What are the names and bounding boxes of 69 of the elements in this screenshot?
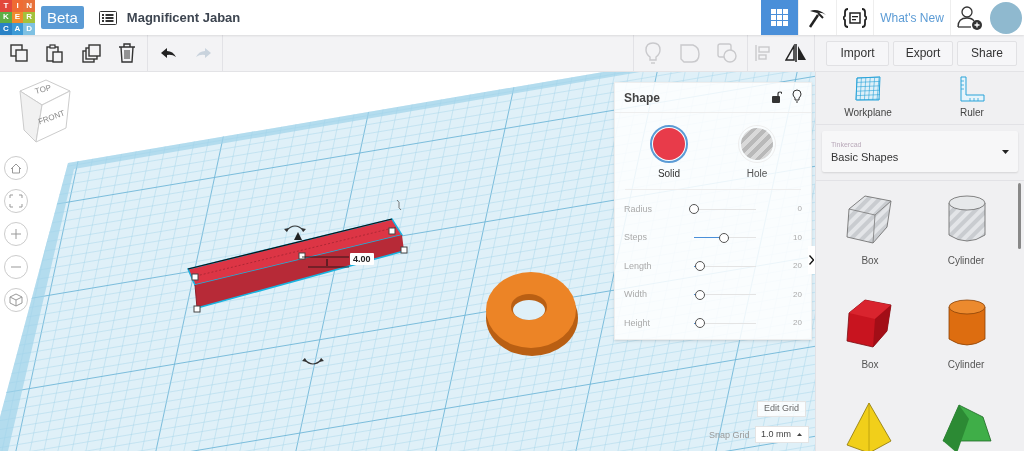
roof-icon[interactable] [939, 401, 993, 451]
trash-icon [118, 43, 136, 63]
toolbar-button[interactable]: Export [893, 40, 953, 66]
rotate-handle-icon[interactable] [396, 199, 402, 211]
slider-handle[interactable] [718, 232, 729, 243]
plus-icon [9, 227, 23, 241]
dimension-label: 4.00 [350, 253, 374, 265]
panel-title: Shape [624, 89, 661, 107]
rotate-arrow-icon[interactable] [284, 223, 306, 233]
lightbulb-icon [792, 88, 802, 103]
undo-icon [160, 48, 176, 58]
add-user-icon [956, 4, 983, 31]
fit-frame-icon [9, 194, 23, 208]
slider-label: Width [624, 288, 648, 301]
scrollbar-thumb[interactable] [1018, 183, 1021, 249]
caret-up-icon [797, 433, 802, 436]
code-braces-icon [843, 7, 867, 28]
shape-label: Box [861, 358, 879, 372]
note-shape-icon [679, 43, 700, 63]
shape-label: Box [861, 254, 879, 268]
grid-icon [771, 9, 788, 26]
snap-grid-label: Snap Grid [709, 429, 750, 442]
cube-icon [9, 293, 23, 307]
slider-handle[interactable] [694, 318, 705, 329]
unlocked-padlock-icon [772, 90, 782, 103]
slider-label: Radius [624, 202, 653, 216]
slider-label: Length [624, 259, 653, 273]
cube-top-label: TOP [34, 84, 53, 96]
snap-grid-dropdown[interactable]: 1.0 mm [755, 426, 809, 443]
slider-label: Steps [624, 231, 648, 244]
home-icon [9, 161, 23, 175]
home-view-button[interactable] [4, 156, 28, 180]
slider-handle[interactable] [694, 289, 705, 300]
slider-value: 20 [792, 260, 802, 273]
slider-value: 20 [792, 288, 802, 301]
workplane-button[interactable]: Workplane [816, 72, 920, 124]
swatch-label: Hole [746, 167, 768, 181]
rotate-arrow-icon[interactable] [302, 357, 324, 367]
toolbar-button[interactable]: Share [957, 40, 1017, 66]
duplicate-icon [81, 43, 101, 63]
slider-handle[interactable] [689, 204, 699, 215]
collapse-panel-tab[interactable] [808, 246, 815, 274]
design-title[interactable]: Magnificent Jaban [126, 7, 241, 28]
paste-icon [46, 43, 64, 63]
slider-value: 20 [792, 317, 802, 330]
library-name: Basic Shapes [831, 149, 899, 164]
ruler-button[interactable]: Ruler [920, 72, 1024, 124]
toolbar-button[interactable]: Import [826, 40, 889, 66]
slider-label: Height [624, 316, 651, 330]
swatch-label: Solid [657, 167, 681, 181]
align-icon [755, 45, 771, 61]
chevron-right-icon [809, 255, 814, 265]
slider-handle[interactable] [694, 261, 705, 272]
shape-label: Cylinder [947, 358, 985, 372]
edit-grid-button[interactable]: Edit Grid [757, 401, 806, 417]
mirror-icon [785, 44, 807, 62]
redo-icon [196, 48, 212, 58]
solid-swatch[interactable] [650, 125, 688, 163]
lightbulb-icon [644, 42, 661, 64]
caret-down-icon [1002, 149, 1009, 154]
square-circle-icon [716, 43, 737, 63]
shape-label: Cylinder [947, 254, 985, 268]
grid-plane-icon [855, 76, 881, 102]
lift-cone-icon[interactable] [294, 232, 302, 240]
design-list-icon[interactable] [98, 10, 117, 25]
slider-value: 10 [792, 231, 802, 244]
tinkercad-logo[interactable]: T I N K E R C A D [0, 0, 35, 35]
ruler-icon [959, 76, 985, 102]
copy-icon [10, 44, 28, 62]
